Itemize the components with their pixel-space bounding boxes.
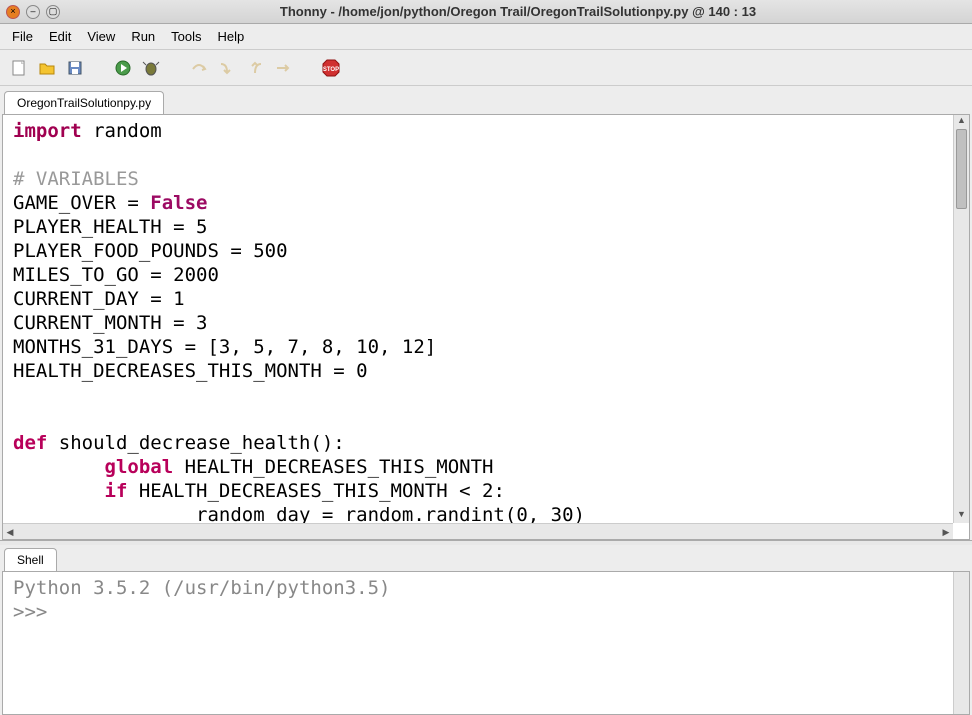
shell-tabs: Shell — [0, 545, 972, 571]
menubar: File Edit View Run Tools Help — [0, 24, 972, 50]
tab-file[interactable]: OregonTrailSolutionpy.py — [4, 91, 164, 114]
shell-vertical-scrollbar[interactable] — [953, 572, 969, 714]
save-icon[interactable] — [64, 57, 86, 79]
shell-area: Shell Python 3.5.2 (/usr/bin/python3.5) … — [0, 545, 972, 715]
editor-area: OregonTrailSolutionpy.py import random #… — [0, 86, 972, 541]
menu-run[interactable]: Run — [123, 26, 163, 47]
scroll-up-icon[interactable]: ▲ — [954, 115, 969, 129]
svg-text:STOP: STOP — [323, 67, 339, 73]
shell-content[interactable]: Python 3.5.2 (/usr/bin/python3.5) >>> — [2, 571, 970, 715]
titlebar: × – ▢ Thonny - /home/jon/python/Oregon T… — [0, 0, 972, 24]
scroll-right-icon[interactable]: ▶ — [939, 524, 953, 539]
scroll-thumb[interactable] — [956, 129, 967, 209]
shell-interpreter-info: Python 3.5.2 (/usr/bin/python3.5) — [13, 576, 959, 600]
stop-icon[interactable]: STOP — [320, 57, 342, 79]
debug-icon[interactable] — [140, 57, 162, 79]
close-icon[interactable]: × — [6, 5, 20, 19]
menu-help[interactable]: Help — [210, 26, 253, 47]
open-file-icon[interactable] — [36, 57, 58, 79]
step-out-icon[interactable] — [244, 57, 266, 79]
menu-edit[interactable]: Edit — [41, 26, 79, 47]
editor-vertical-scrollbar[interactable]: ▲ ▼ — [953, 115, 969, 523]
shell-prompt: >>> — [13, 601, 47, 623]
toolbar: STOP — [0, 50, 972, 86]
editor-tabs: OregonTrailSolutionpy.py — [0, 86, 972, 114]
resume-icon[interactable] — [272, 57, 294, 79]
scroll-left-icon[interactable]: ◀ — [3, 524, 17, 539]
tab-shell[interactable]: Shell — [4, 548, 57, 571]
scroll-down-icon[interactable]: ▼ — [954, 509, 969, 523]
window-title: Thonny - /home/jon/python/Oregon Trail/O… — [70, 4, 966, 19]
menu-file[interactable]: File — [4, 26, 41, 47]
minimize-icon[interactable]: – — [26, 5, 40, 19]
step-into-icon[interactable] — [216, 57, 238, 79]
step-over-icon[interactable] — [188, 57, 210, 79]
menu-tools[interactable]: Tools — [163, 26, 209, 47]
editor-horizontal-scrollbar[interactable]: ◀ ▶ — [3, 523, 953, 539]
code-editor[interactable]: import random # VARIABLES GAME_OVER = Fa… — [3, 115, 969, 539]
run-icon[interactable] — [112, 57, 134, 79]
maximize-icon[interactable]: ▢ — [46, 5, 60, 19]
new-file-icon[interactable] — [8, 57, 30, 79]
code-wrapper: import random # VARIABLES GAME_OVER = Fa… — [2, 114, 970, 540]
window-controls: × – ▢ — [6, 5, 60, 19]
menu-view[interactable]: View — [79, 26, 123, 47]
